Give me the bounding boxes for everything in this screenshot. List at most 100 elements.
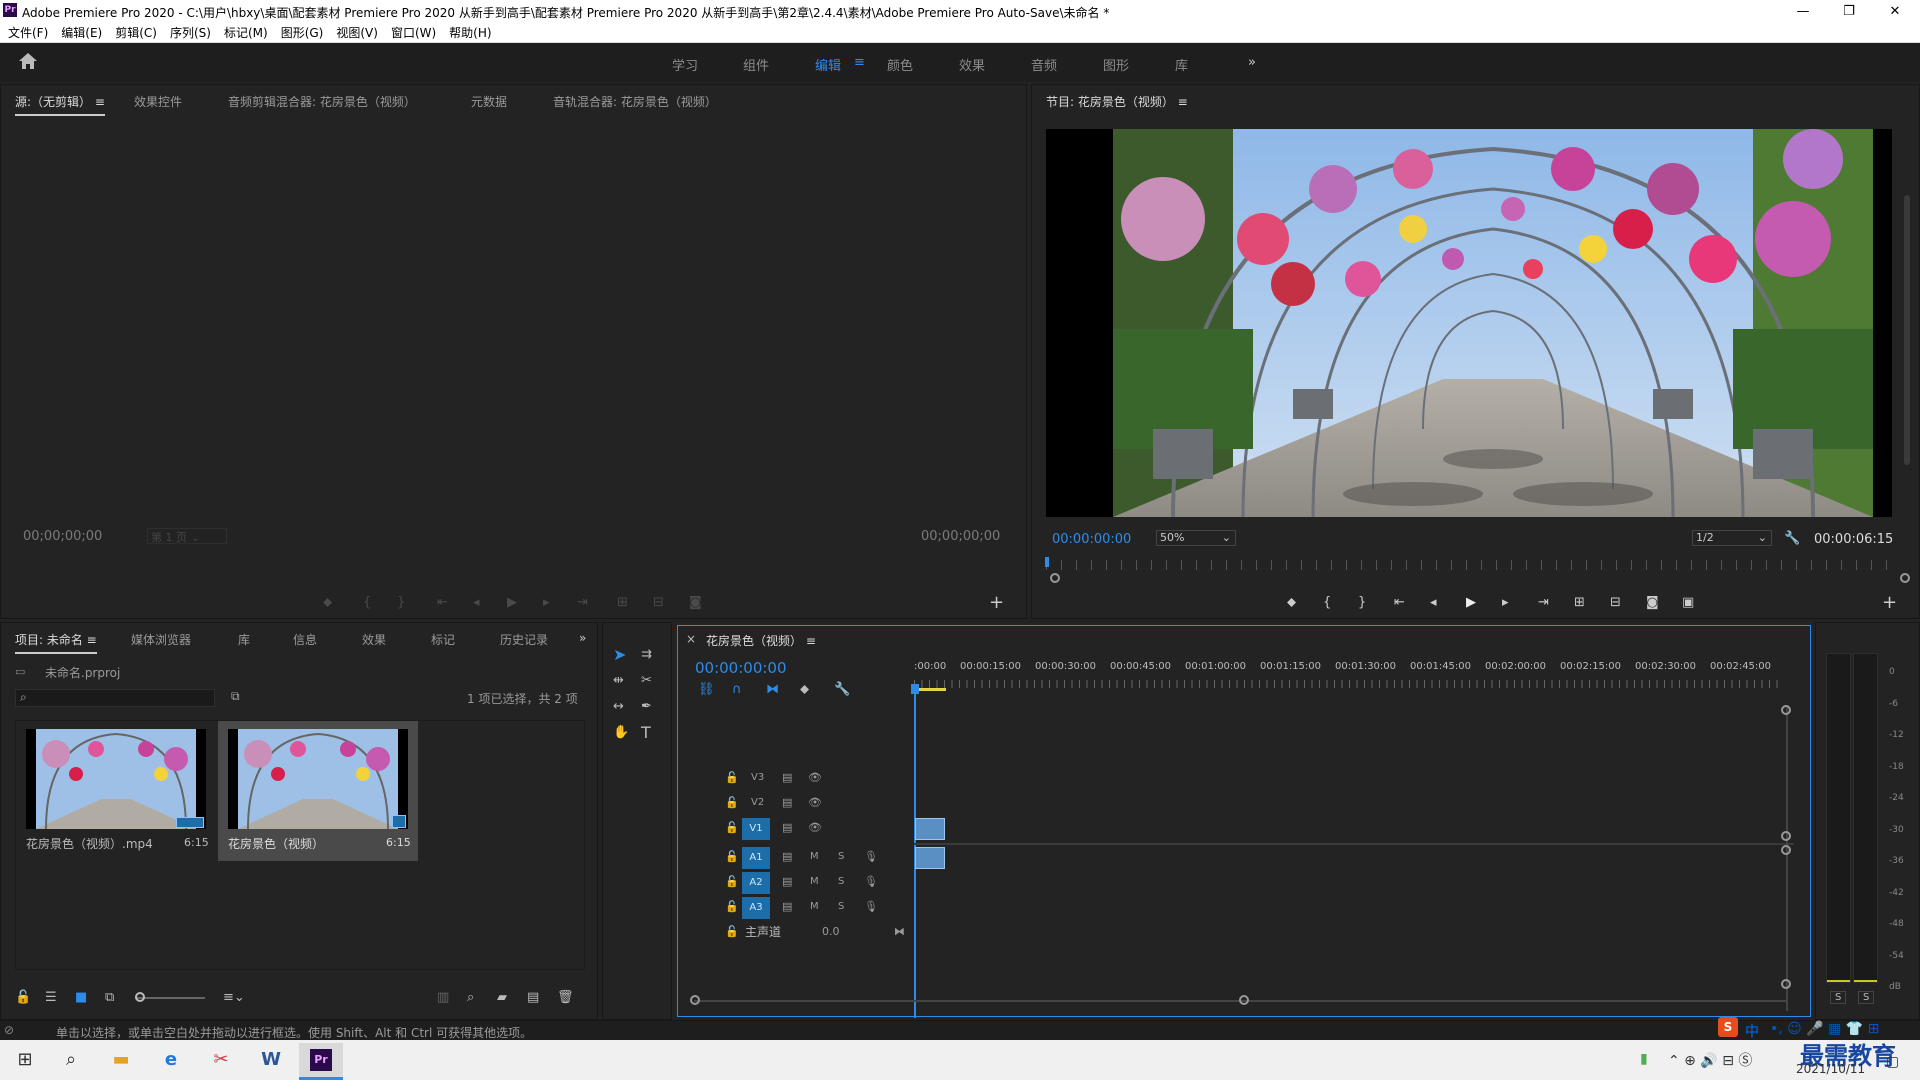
track-v1[interactable]: 🔓 V1 ▤ 👁 bbox=[678, 817, 1808, 841]
tab-effect-controls[interactable]: 效果控件 bbox=[134, 93, 182, 110]
tab-effects[interactable]: 效果 bbox=[362, 631, 386, 648]
snap-icon[interactable]: ∩ bbox=[732, 682, 742, 698]
program-compare-icon[interactable]: ▣ bbox=[1682, 595, 1694, 611]
program-mark-in-icon[interactable]: { bbox=[1323, 595, 1331, 611]
add-marker-icon[interactable]: ⬥ bbox=[800, 682, 809, 698]
new-bin-icon[interactable]: ▰ bbox=[497, 990, 507, 1006]
meter-solo-right[interactable]: S bbox=[1858, 991, 1875, 1004]
timeline-close-icon[interactable]: × bbox=[686, 632, 696, 646]
hscroll-handle-right[interactable] bbox=[1239, 995, 1249, 1005]
playhead-handle[interactable] bbox=[911, 684, 919, 694]
workspace-editing[interactable]: 编辑 bbox=[815, 55, 841, 74]
menu-file[interactable]: 文件(F) bbox=[8, 24, 48, 41]
track-master[interactable]: 🔓 主声道 0.0 ⧓ bbox=[678, 921, 1808, 945]
tab-media-browser[interactable]: 媒体浏览器 bbox=[131, 631, 191, 648]
menu-marker[interactable]: 标记(M) bbox=[224, 24, 268, 41]
thumbnail-size-slider[interactable] bbox=[135, 997, 205, 999]
zoom-select[interactable]: 50% ⌄ bbox=[1156, 530, 1236, 546]
vscroll-handle[interactable] bbox=[1781, 845, 1791, 855]
new-search-bin-icon[interactable]: ⧉ bbox=[231, 689, 240, 704]
tab-audio-clip-mixer[interactable]: 音频剪辑混合器: 花房景色（视频） bbox=[228, 93, 416, 110]
tab-history[interactable]: 历史记录 bbox=[500, 631, 548, 648]
meter-solo-left[interactable]: S bbox=[1830, 991, 1847, 1004]
workspace-menu-icon[interactable]: ≡ bbox=[854, 55, 865, 70]
tab-libraries[interactable]: 库 bbox=[238, 631, 250, 648]
program-timecode[interactable]: 00:00:00:00 bbox=[1052, 532, 1131, 547]
lock-track-icon[interactable]: 🔓 bbox=[725, 767, 739, 789]
list-view-icon[interactable]: ☰ bbox=[45, 990, 57, 1006]
source-add-button-icon[interactable]: + bbox=[989, 594, 1004, 612]
program-scrubber[interactable] bbox=[1046, 560, 1892, 570]
more-panels-icon[interactable]: » bbox=[579, 631, 586, 645]
track-target-v1[interactable]: V1 bbox=[742, 818, 770, 840]
slip-tool-icon[interactable]: ↔ bbox=[613, 699, 624, 715]
lock-track-icon[interactable]: 🔓 bbox=[725, 817, 739, 839]
track-a1[interactable]: 🔓 A1 ▤ M S 🎙 bbox=[678, 846, 1808, 870]
menu-clip[interactable]: 剪辑(C) bbox=[115, 24, 157, 41]
source-marker-icon[interactable]: ⬥ bbox=[323, 595, 332, 611]
tab-source[interactable]: 源:（无剪辑） ≡ bbox=[15, 93, 105, 116]
nest-icon[interactable]: ⛓ bbox=[698, 682, 715, 698]
menu-edit[interactable]: 编辑(E) bbox=[61, 24, 102, 41]
workspace-learn[interactable]: 学习 bbox=[672, 55, 698, 74]
freeform-view-icon[interactable]: ⧉ bbox=[105, 990, 114, 1006]
program-playhead[interactable] bbox=[1045, 557, 1049, 567]
timeline-settings-icon[interactable]: 🔧 bbox=[834, 682, 850, 698]
project-item-mp4[interactable]: 花房景色（视频）.mp4 6:15 bbox=[16, 721, 216, 861]
sort-icon[interactable]: ≡⌄ bbox=[223, 990, 245, 1006]
eye-icon[interactable]: 👁 bbox=[808, 767, 822, 789]
source-goto-in-icon[interactable]: ⇤ bbox=[437, 595, 448, 611]
lock-track-icon[interactable]: 🔓 bbox=[725, 792, 739, 814]
ime-toolbar-icons[interactable]: •, ☺ 🎤 ▦ 👕 ⊞ bbox=[1770, 1021, 1879, 1037]
time-ruler[interactable]: :00:00 00:00:15:00 00:00:30:00 00:00:45:… bbox=[914, 654, 1794, 694]
project-item-sequence[interactable]: 花房景色（视频） 6:15 bbox=[218, 721, 418, 861]
lock-track-icon[interactable]: 🔓 bbox=[725, 896, 739, 918]
workspace-audio[interactable]: 音频 bbox=[1031, 55, 1057, 74]
project-bin[interactable]: 花房景色（视频）.mp4 6:15 花房景色（视频） 6:15 bbox=[15, 720, 585, 970]
mic-icon[interactable]: 🎙 bbox=[864, 896, 878, 918]
menu-graphics[interactable]: 图形(G) bbox=[281, 24, 324, 41]
track-divider[interactable] bbox=[914, 843, 1794, 845]
project-search-input[interactable]: ⌕ bbox=[15, 689, 215, 707]
mic-icon[interactable]: 🎙 bbox=[864, 871, 878, 893]
program-title[interactable]: 节目: 花房景色（视频） ≡ bbox=[1046, 93, 1188, 110]
edge-browser-icon[interactable]: e bbox=[154, 1043, 188, 1077]
maximize-button[interactable]: ❐ bbox=[1826, 0, 1872, 23]
source-mark-out-icon[interactable]: } bbox=[397, 595, 405, 611]
hand-tool-icon[interactable]: ✋ bbox=[613, 725, 629, 741]
source-goto-out-icon[interactable]: ⇥ bbox=[577, 595, 588, 611]
lock-track-icon[interactable]: 🔓 bbox=[725, 846, 739, 868]
sync-lock-icon[interactable]: ▤ bbox=[782, 846, 792, 868]
track-v2[interactable]: 🔓 V2 ▤ 👁 bbox=[678, 792, 1808, 816]
source-mark-in-icon[interactable]: { bbox=[363, 595, 371, 611]
search-icon[interactable]: ⌕ bbox=[54, 1043, 88, 1077]
video-clip[interactable] bbox=[915, 818, 945, 840]
menu-view[interactable]: 视图(V) bbox=[336, 24, 378, 41]
tab-audio-track-mixer[interactable]: 音轨混合器: 花房景色（视频） bbox=[553, 93, 717, 110]
sync-lock-icon[interactable]: ▤ bbox=[782, 817, 792, 839]
settings-wrench-icon[interactable]: 🔧 bbox=[1784, 531, 1800, 547]
workspace-graphics[interactable]: 图形 bbox=[1103, 55, 1129, 74]
master-volume-value[interactable]: 0.0 bbox=[822, 921, 840, 943]
workspace-color[interactable]: 颜色 bbox=[887, 55, 913, 74]
program-scrollbar[interactable] bbox=[1904, 195, 1910, 465]
source-insert-icon[interactable]: ⊞ bbox=[617, 595, 628, 611]
source-play-icon[interactable]: ▶ bbox=[507, 595, 517, 611]
mute-button[interactable]: M bbox=[810, 846, 819, 868]
quality-select[interactable]: 1/2 ⌄ bbox=[1692, 530, 1772, 546]
program-zoom-handle-left[interactable] bbox=[1050, 573, 1060, 583]
program-lift-icon[interactable]: ⊞ bbox=[1574, 595, 1585, 611]
type-tool-icon[interactable]: T bbox=[641, 725, 651, 741]
more-workspaces-icon[interactable]: » bbox=[1248, 55, 1256, 70]
sync-lock-icon[interactable]: ▤ bbox=[782, 896, 792, 918]
menu-window[interactable]: 窗口(W) bbox=[391, 24, 436, 41]
solo-button[interactable]: S bbox=[838, 846, 844, 868]
menu-sequence[interactable]: 序列(S) bbox=[170, 24, 211, 41]
timeline-timecode[interactable]: 00:00:00:00 bbox=[695, 659, 787, 677]
snipping-tool-icon[interactable]: ✂ bbox=[204, 1043, 238, 1077]
source-page-select[interactable]: 第 1 页 ⌄ bbox=[147, 528, 227, 544]
menu-help[interactable]: 帮助(H) bbox=[449, 24, 491, 41]
tab-info[interactable]: 信息 bbox=[293, 631, 317, 648]
audio-clip[interactable] bbox=[915, 847, 945, 869]
find-icon[interactable]: ⌕ bbox=[467, 990, 474, 1006]
